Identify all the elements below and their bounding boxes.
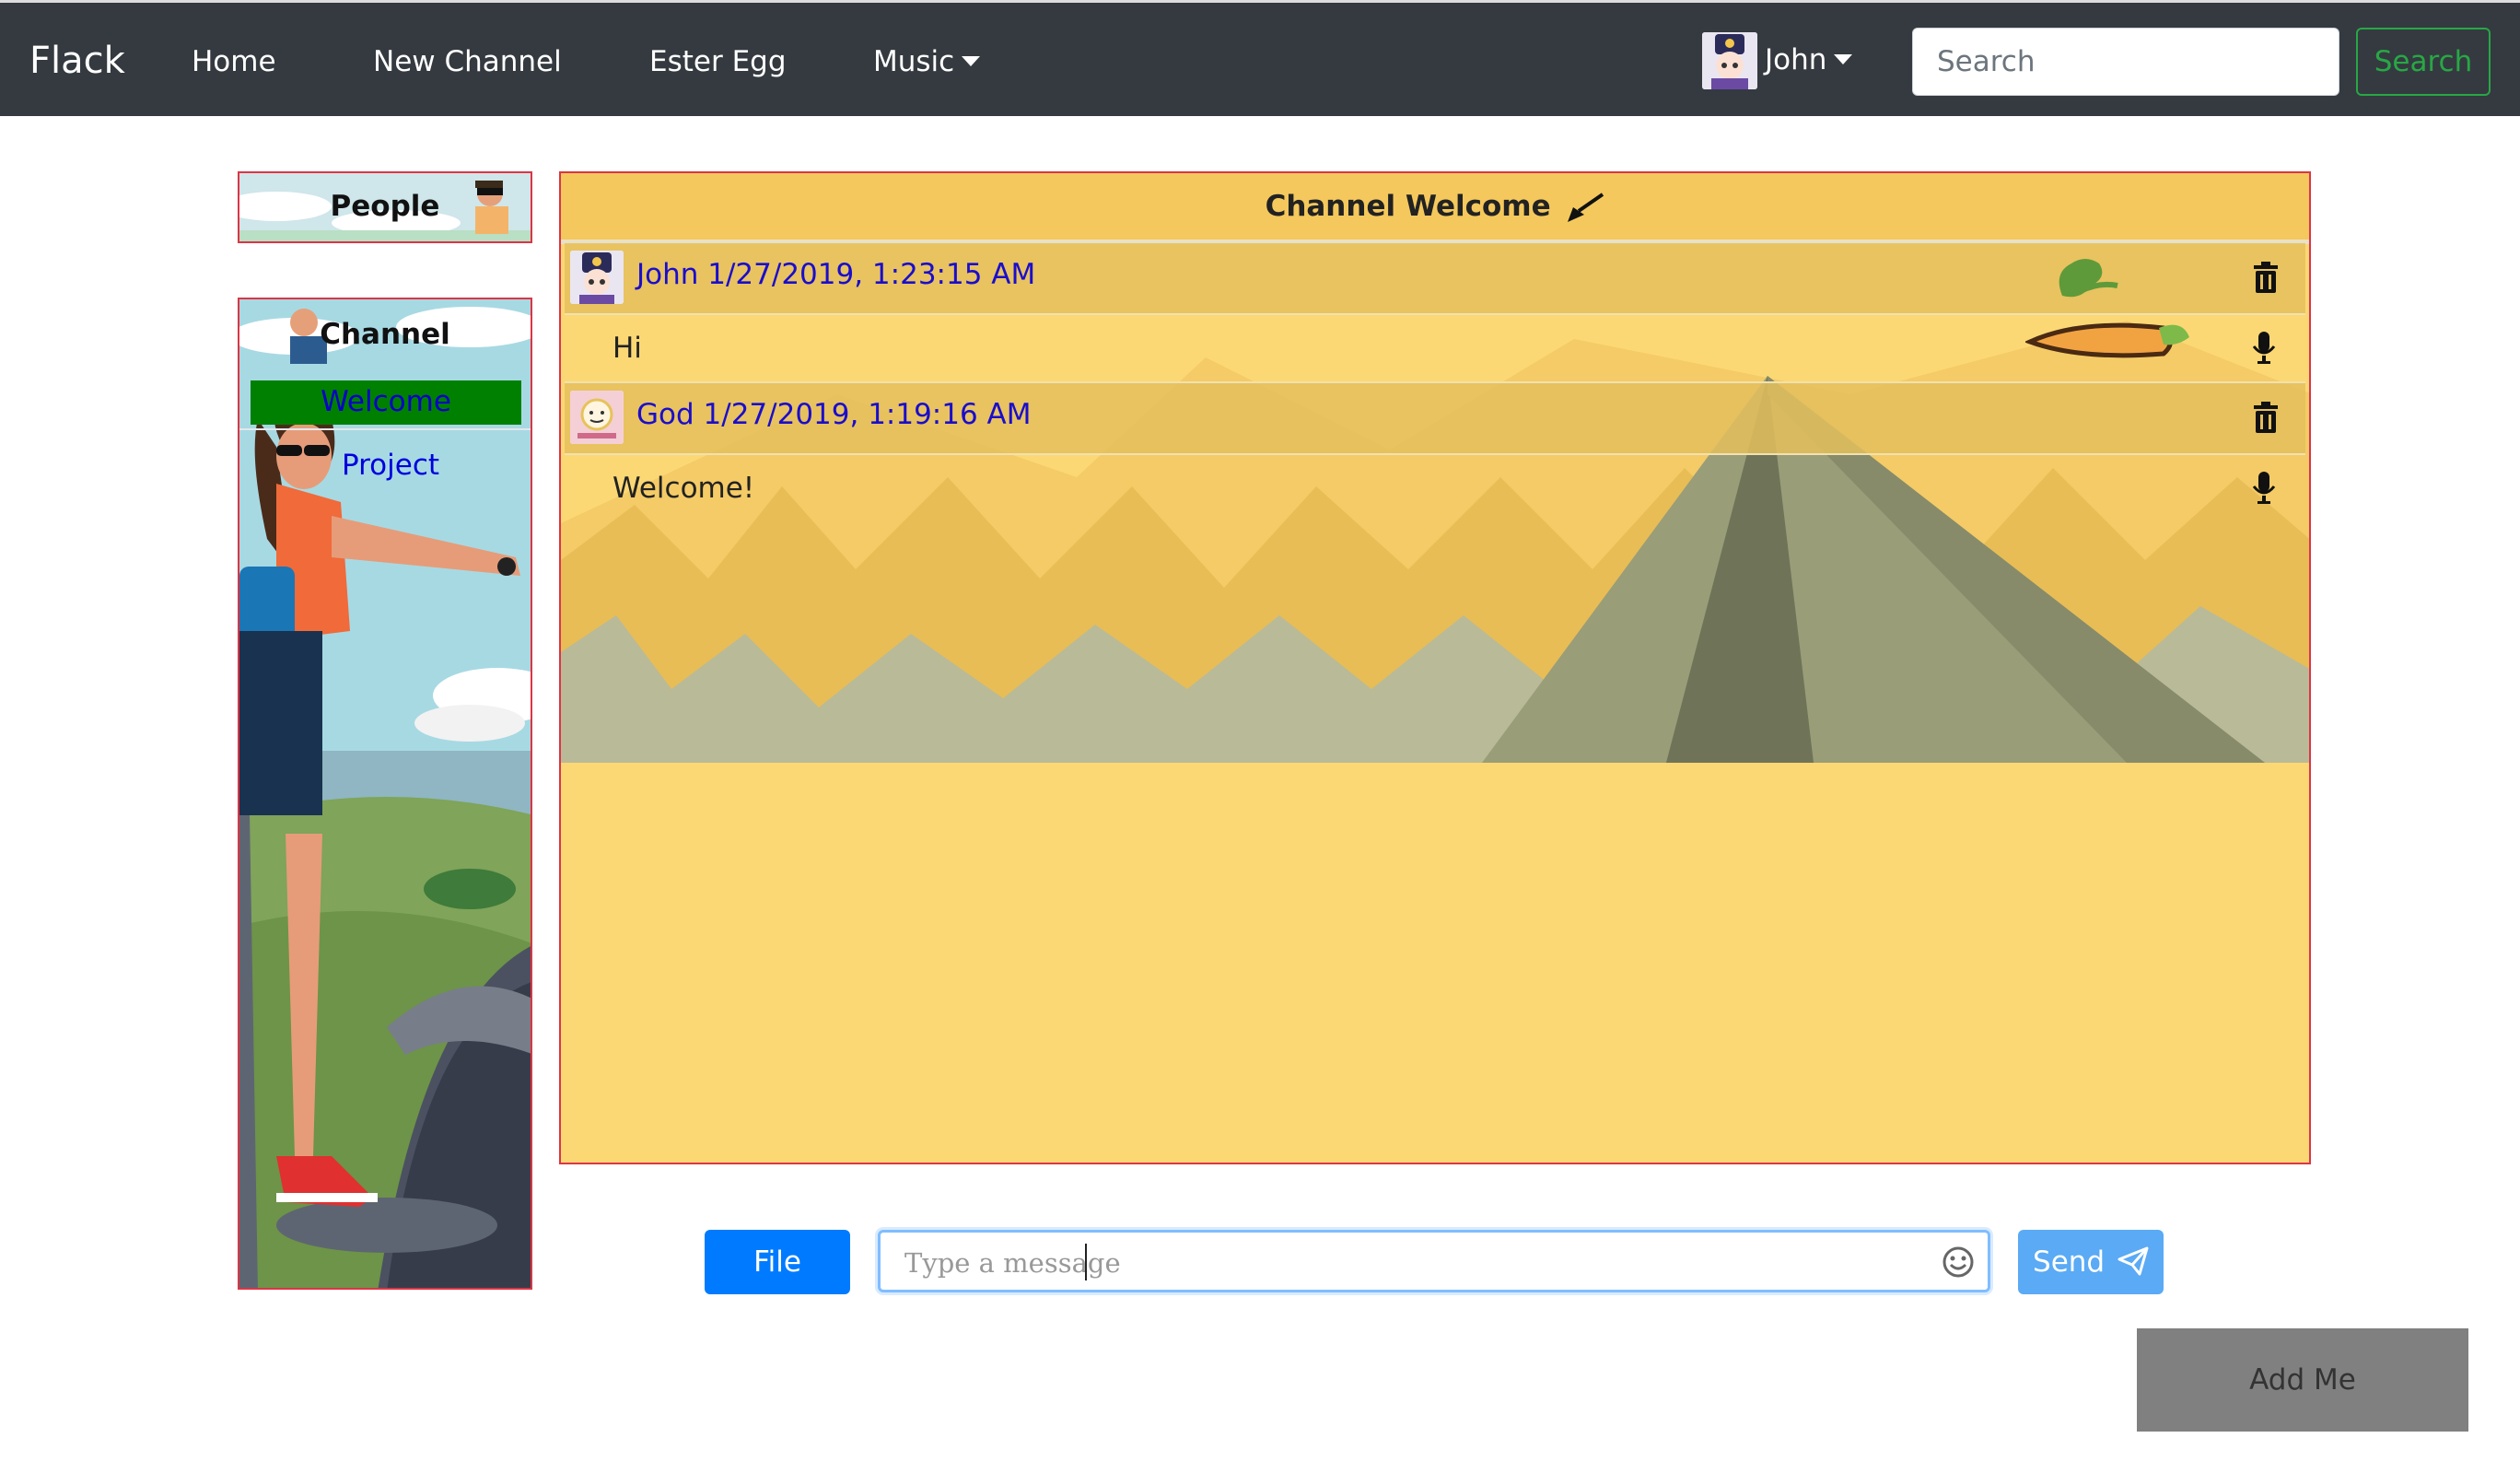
nav-music-label: Music [873, 45, 955, 78]
nav-home[interactable]: Home [192, 45, 276, 78]
user-avatar-icon[interactable] [1702, 32, 1757, 89]
add-me-button[interactable]: Add Me [2137, 1328, 2468, 1432]
brand-logo[interactable]: Flack [29, 40, 125, 82]
chat-header: Channel Welcome [561, 173, 2309, 244]
search-input[interactable]: Search [1912, 28, 2339, 96]
caret-down-icon [1834, 54, 1853, 64]
navbar: Flack Home New Channel Ester Egg Music J… [0, 0, 2520, 116]
message-user: John [636, 258, 699, 291]
smiley-icon[interactable] [1942, 1245, 1975, 1279]
send-label: Send [2033, 1245, 2106, 1279]
user-name: John [1765, 43, 1827, 76]
microphone-icon[interactable] [2252, 332, 2276, 365]
paper-plane-icon [2118, 1246, 2149, 1275]
divider [239, 428, 531, 430]
microphone-icon[interactable] [2252, 472, 2276, 505]
search-button[interactable]: Search [2356, 28, 2491, 96]
message-timestamp: 1/27/2019, 1:23:15 AM [707, 258, 1036, 291]
nav-easter-egg[interactable]: Ester Egg [649, 45, 787, 78]
people-panel[interactable]: People [238, 171, 532, 243]
carrot-icon[interactable] [2025, 254, 2191, 365]
caret-down-icon [962, 56, 981, 66]
channel-title: Channel [320, 318, 450, 351]
broom-icon[interactable] [1566, 192, 1604, 224]
message-text: Welcome! [612, 472, 755, 505]
user-avatar-icon [570, 391, 624, 444]
user-avatar-icon [570, 251, 624, 304]
nav-music-dropdown[interactable]: Music [873, 45, 981, 78]
message-body: Welcome! [565, 455, 2305, 521]
message-meta: God 1/27/2019, 1:19:16 AM [636, 398, 1032, 431]
channel-item-project[interactable]: Project [335, 444, 446, 488]
message-meta: John 1/27/2019, 1:23:15 AM [636, 258, 1035, 291]
chat-panel: Channel Welcome John 1/27/2019, 1:23:15 … [559, 171, 2311, 1164]
message-placeholder: Type a message [904, 1247, 1121, 1279]
message-header: God 1/27/2019, 1:19:16 AM [565, 383, 2305, 455]
chat-title: Channel Welcome [1265, 190, 1551, 223]
trash-icon[interactable] [2252, 262, 2280, 293]
people-title: People [330, 190, 440, 223]
message-input[interactable]: Type a message [878, 1230, 1990, 1292]
message-timestamp: 1/27/2019, 1:19:16 AM [703, 398, 1032, 431]
channel-panel: Channel Welcome Project [238, 298, 532, 1290]
user-dropdown[interactable]: John [1765, 43, 1853, 76]
message-user: God [636, 398, 694, 431]
channel-item-welcome[interactable]: Welcome [251, 380, 521, 425]
text-cursor [1085, 1244, 1087, 1280]
file-button[interactable]: File [705, 1230, 850, 1294]
send-button[interactable]: Send [2018, 1230, 2164, 1294]
nav-new-channel[interactable]: New Channel [373, 45, 562, 78]
trash-icon[interactable] [2252, 402, 2280, 433]
message-text: Hi [612, 332, 642, 365]
